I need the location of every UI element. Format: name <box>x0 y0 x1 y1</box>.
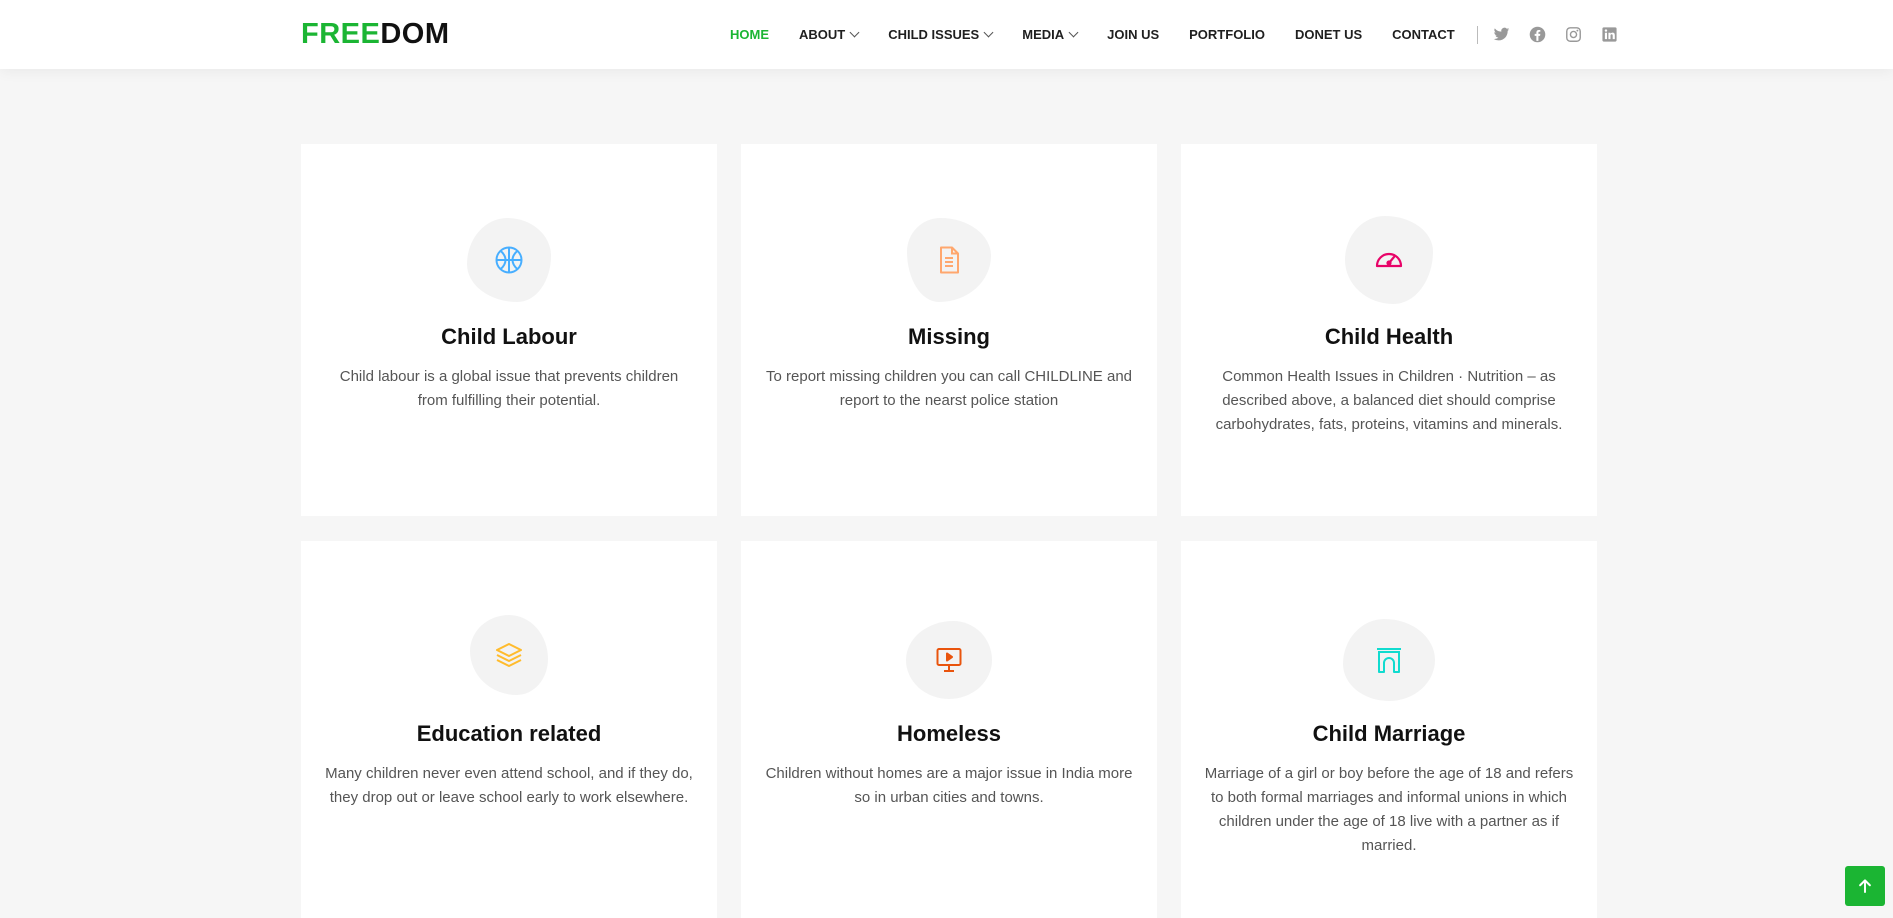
brand-logo[interactable]: FREEDOM <box>301 18 450 50</box>
nav-item-donet-us[interactable]: DONET US <box>1295 27 1362 42</box>
card-description: Child labour is a global issue that prev… <box>339 368 679 409</box>
icon-blob <box>470 615 548 695</box>
nav-label: HOME <box>730 27 769 42</box>
document-icon <box>940 246 959 274</box>
nav-label: CHILD ISSUES <box>888 27 980 42</box>
icon-blob <box>906 621 992 699</box>
chevron-down-icon <box>1068 27 1079 38</box>
archway-icon <box>1377 648 1401 673</box>
card-description: Children without homes are a major issue… <box>765 765 1133 806</box>
nav-label: CONTACT <box>1392 27 1455 42</box>
basketball-icon <box>495 246 523 274</box>
twitter-icon[interactable] <box>1492 25 1512 45</box>
linkedin-icon[interactable] <box>1600 25 1620 45</box>
layers-icon <box>496 643 522 667</box>
card-child-labour[interactable]: Child Labour Child labour is a global is… <box>301 144 717 516</box>
chevron-down-icon <box>849 27 860 38</box>
instagram-icon[interactable] <box>1564 25 1584 45</box>
nav-item-join-us[interactable]: JOIN US <box>1107 27 1159 42</box>
card-child-marriage[interactable]: Child Marriage Marriage of a girl or boy… <box>1181 541 1597 918</box>
nav-label: ABOUT <box>799 27 846 42</box>
nav-item-about[interactable]: ABOUT <box>799 27 860 42</box>
nav-item-home[interactable]: HOME <box>730 27 769 42</box>
card-description: Marriage of a girl or boy before the age… <box>1204 765 1574 854</box>
card-title: Child Marriage <box>1312 721 1466 746</box>
card-homeless[interactable]: Homeless Children without homes are a ma… <box>741 541 1157 918</box>
icon-blob <box>467 218 551 302</box>
card-title: Child Health <box>1324 324 1454 349</box>
card-education-related[interactable]: Education related Many children never ev… <box>301 541 717 918</box>
facebook-icon[interactable] <box>1528 25 1548 45</box>
card-title: Homeless <box>897 721 1001 746</box>
brand-logo-part1: FREE <box>301 18 381 50</box>
back-to-top-button[interactable] <box>1845 866 1885 906</box>
card-title: Education related <box>416 721 602 746</box>
nav-item-portfolio[interactable]: PORTFOLIO <box>1189 27 1265 42</box>
card-title: Child Labour <box>441 324 577 349</box>
icon-blob <box>1345 216 1433 304</box>
nav-item-contact[interactable]: CONTACT <box>1392 27 1455 42</box>
arrow-up-icon <box>1859 879 1871 893</box>
chevron-down-icon <box>983 27 994 38</box>
card-description: Many children never even attend school, … <box>325 765 693 806</box>
card-description: Common Health Issues in Children · Nutri… <box>1215 368 1563 433</box>
presentation-icon <box>936 648 962 672</box>
nav-item-media[interactable]: MEDIA <box>1022 27 1079 42</box>
card-child-health[interactable]: Child Health Common Health Issues in Chi… <box>1181 144 1597 516</box>
speedometer-icon <box>1375 252 1403 268</box>
main-nav: HOME ABOUT CHILD ISSUES MEDIA JOIN US PO… <box>730 0 1636 69</box>
brand-logo-part2: DOM <box>380 18 450 50</box>
nav-item-child-issues[interactable]: CHILD ISSUES <box>888 27 994 42</box>
nav-label: DONET US <box>1294 27 1363 42</box>
nav-label: JOIN US <box>1107 27 1160 42</box>
nav-divider <box>1476 25 1478 44</box>
card-title: Missing <box>908 324 990 349</box>
card-missing[interactable]: Missing To report missing children you c… <box>741 144 1157 516</box>
card-description: To report missing children you can call … <box>766 368 1132 409</box>
icon-blob <box>907 218 991 302</box>
icon-blob <box>1343 619 1435 701</box>
site-header: FREEDOM HOME ABOUT CHILD ISSUES MEDIA JO… <box>0 0 1893 69</box>
nav-label: PORTFOLIO <box>1189 27 1265 42</box>
nav-label: MEDIA <box>1022 27 1065 42</box>
